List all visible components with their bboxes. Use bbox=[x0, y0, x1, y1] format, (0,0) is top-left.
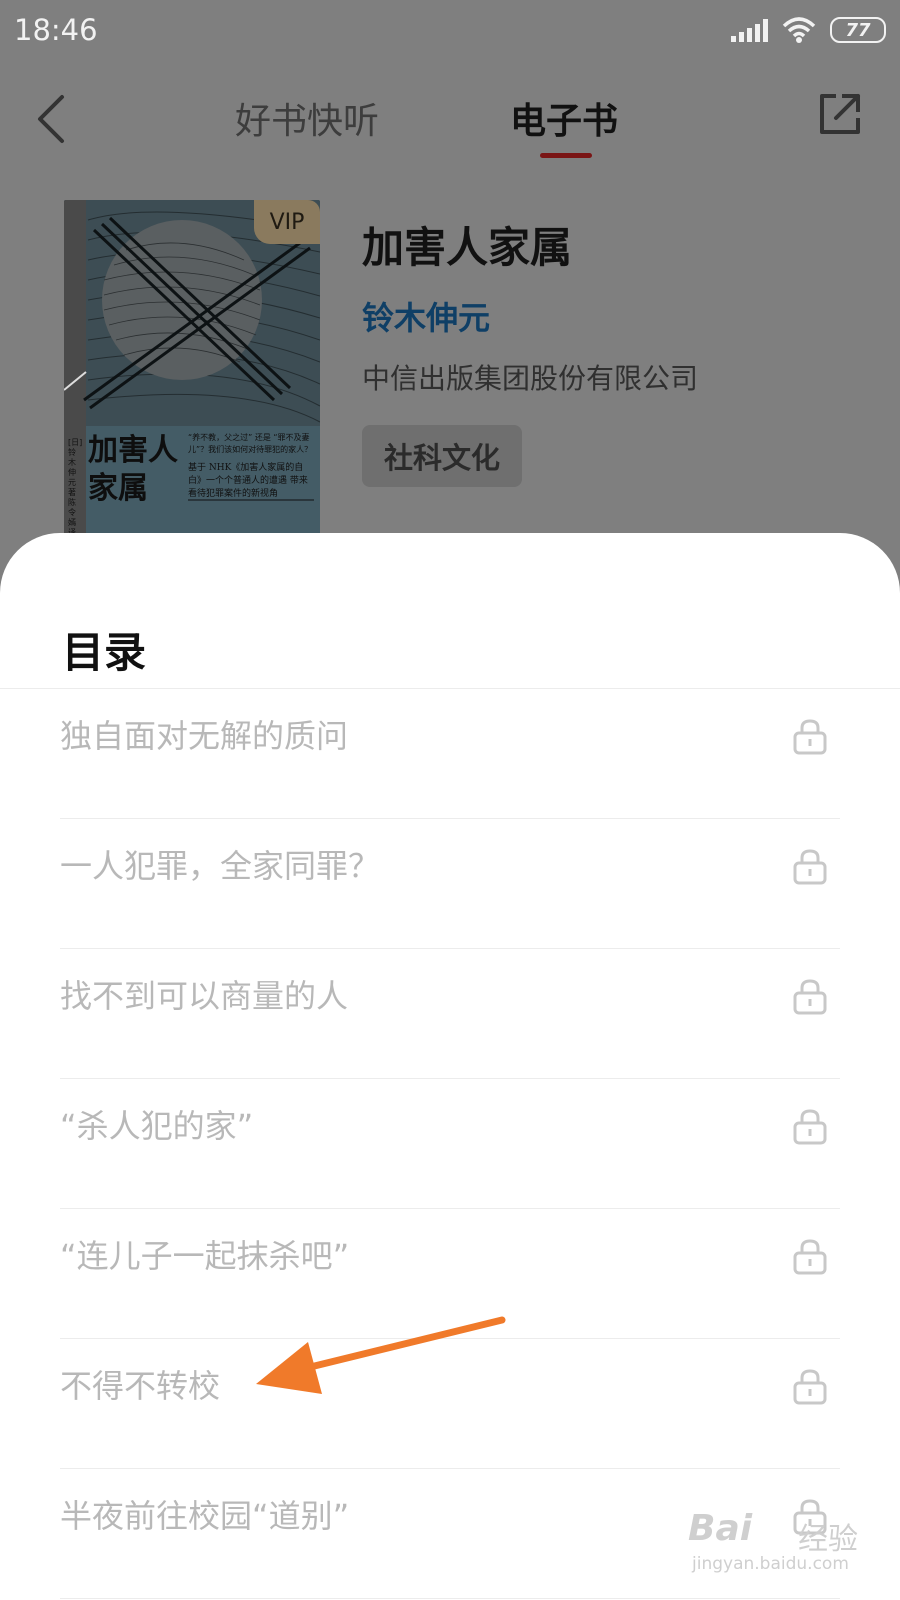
toc-item-label: 独自面对无解的质问 bbox=[60, 717, 349, 755]
cover-blurb: “养不教，父之过” 还是 “罪不及妻儿”？我们该如何对待罪犯的家人？ bbox=[188, 433, 313, 454]
book-cover-area[interactable]: 加害人家属 [日] 铃木伸元 著 陈令嫣 译 “养不教，父之过” 还是 “罪不及… bbox=[64, 200, 320, 540]
toc-title: 目录 bbox=[62, 628, 147, 677]
lock-icon bbox=[793, 849, 827, 885]
toc-item[interactable]: 找不到可以商量的人 bbox=[60, 949, 840, 1079]
toc-item[interactable]: 独自面对无解的质问 bbox=[60, 689, 840, 819]
watermark-brand: Bai bbox=[688, 1508, 753, 1549]
toc-item[interactable]: “杀人犯的家” bbox=[60, 1079, 840, 1209]
book-info: 加害人家属 铃木伸元 中信出版集团股份有限公司 社科文化 bbox=[362, 214, 882, 487]
wifi-icon bbox=[782, 17, 816, 43]
lock-icon bbox=[793, 979, 827, 1015]
top-nav: 好书快听 电子书 bbox=[0, 70, 900, 170]
orange-arrow-annotation bbox=[256, 1316, 506, 1394]
watermark-url: jingyan.baidu.com bbox=[692, 1554, 849, 1574]
status-bar: 18:46 77 bbox=[0, 0, 900, 62]
share-icon[interactable] bbox=[816, 90, 864, 138]
lock-icon bbox=[793, 1239, 827, 1275]
book-author[interactable]: 铃木伸元 bbox=[362, 293, 882, 339]
lock-icon bbox=[793, 719, 827, 755]
watermark-brand-cn: 经验 bbox=[798, 1522, 858, 1557]
toc-item-label: 找不到可以商量的人 bbox=[60, 977, 349, 1015]
signal-icon bbox=[731, 18, 768, 42]
toc-item-label: 一人犯罪，全家同罪？ bbox=[60, 847, 381, 885]
toc-item-label: 不得不转校 bbox=[60, 1367, 221, 1405]
cover-tagline: 基于 NHK《加害人家属的自白》一个个普通人的遭遇 带来看待犯罪案件的新视角 bbox=[188, 463, 308, 499]
battery-icon: 77 bbox=[830, 17, 886, 43]
status-icons: 77 bbox=[731, 14, 886, 46]
category-tag[interactable]: 社科文化 bbox=[362, 425, 523, 487]
status-time: 18:46 bbox=[14, 13, 98, 47]
tab-ebook[interactable]: 电子书 bbox=[510, 92, 618, 144]
toc-list: 独自面对无解的质问 一人犯罪，全家同罪？ 找不到可以商量的人 “杀人犯的家” “… bbox=[60, 689, 840, 1599]
baidu-watermark: Bai 经验 jingyan.baidu.com bbox=[688, 1500, 888, 1590]
lock-icon bbox=[793, 1109, 827, 1145]
toc-sheet: 目录 独自面对无解的质问 一人犯罪，全家同罪？ 找不到可以商量的人 “杀人犯的家… bbox=[0, 533, 900, 1600]
vip-badge: VIP bbox=[254, 200, 320, 244]
book-title: 加害人家属 bbox=[362, 223, 573, 272]
book-cover: 加害人家属 [日] 铃木伸元 著 陈令嫣 译 “养不教，父之过” 还是 “罪不及… bbox=[64, 200, 320, 540]
toc-item-label: “杀人犯的家” bbox=[60, 1107, 254, 1145]
active-tab-indicator bbox=[540, 153, 592, 158]
cover-title: 加害人家属 bbox=[88, 433, 178, 506]
book-publisher: 中信出版集团股份有限公司 bbox=[362, 362, 699, 395]
cover-side-text: [日] 铃木伸元 著 陈令嫣 译 bbox=[68, 438, 83, 537]
toc-item-label: 半夜前往校园“道别” bbox=[60, 1497, 350, 1535]
lock-icon bbox=[793, 1369, 827, 1405]
toc-item-label: “连儿子一起抹杀吧” bbox=[60, 1237, 350, 1275]
toc-item[interactable]: 一人犯罪，全家同罪？ bbox=[60, 819, 840, 949]
back-icon[interactable] bbox=[34, 94, 70, 144]
tab-audiobook[interactable]: 好书快听 bbox=[235, 92, 379, 144]
